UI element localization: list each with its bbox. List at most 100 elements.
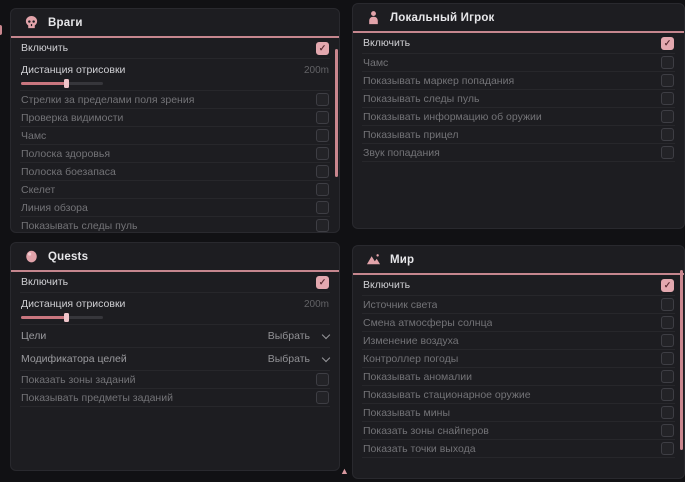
checkbox[interactable]: ✓ <box>661 406 674 419</box>
panel-local-player-header: Локальный Игрок <box>353 4 684 33</box>
checkbox[interactable]: ✓ <box>316 129 329 142</box>
checkbox[interactable]: ✓ <box>661 334 674 347</box>
checkbox[interactable]: ✓ <box>661 146 674 159</box>
checkbox[interactable]: ✓ <box>661 442 674 455</box>
toggle-row[interactable]: Полоска боезапаса ✓ <box>20 163 330 181</box>
slider-thumb[interactable] <box>64 79 69 88</box>
chevron-down-icon[interactable] <box>322 330 330 338</box>
checkbox[interactable]: ✓ <box>316 111 329 124</box>
toggle-row[interactable]: Скелет ✓ <box>20 181 330 199</box>
select-row[interactable]: Цели Выбрать <box>20 325 330 348</box>
panel-enemies: Враги Включить ✓ Дистанция отрисовки 200… <box>10 8 340 233</box>
select-value[interactable]: Выбрать <box>268 353 310 365</box>
panel-title: Мир <box>390 254 414 266</box>
checkbox[interactable]: ✓ <box>661 56 674 69</box>
toggle-row[interactable]: Показать зоны заданий ✓ <box>20 371 330 389</box>
toggle-row[interactable]: Контроллер погоды ✓ <box>362 350 675 368</box>
check-icon: ✓ <box>319 44 327 53</box>
toggle-row[interactable]: Линия обзора ✓ <box>20 199 330 217</box>
checkbox[interactable]: ✓ <box>661 92 674 105</box>
panel-world-header: Мир <box>353 246 684 275</box>
checkbox[interactable]: ✓ <box>316 391 329 404</box>
toggle-row[interactable]: Показывать следы пуль ✓ <box>20 217 330 233</box>
panel-title: Враги <box>48 17 83 29</box>
checkbox[interactable]: ✓ <box>661 298 674 311</box>
toggle-row[interactable]: Показать зоны снайперов ✓ <box>362 422 675 440</box>
select-value[interactable]: Выбрать <box>268 330 310 342</box>
panel-local-player-body: Включить ✓ Чамс ✓ Показывать маркер попа… <box>353 33 684 162</box>
check-icon: ✓ <box>664 39 672 48</box>
checkbox[interactable]: ✓ <box>661 110 674 123</box>
slider-value: 200m <box>304 299 329 310</box>
panel-quests-body: Включить ✓ Дистанция отрисовки 200m Цели… <box>11 272 339 407</box>
toggle-row[interactable]: Включить ✓ <box>20 38 330 59</box>
toggle-row[interactable]: Показывать маркер попадания ✓ <box>362 72 675 90</box>
scrollbar[interactable] <box>680 270 683 450</box>
toggle-row[interactable]: Показывать прицел ✓ <box>362 126 675 144</box>
panel-title: Локальный Игрок <box>390 12 495 24</box>
scrollbar[interactable] <box>335 49 338 177</box>
checkbox[interactable]: ✓ <box>661 279 674 292</box>
slider-fill <box>21 316 66 319</box>
slider-row: Дистанция отрисовки 200m <box>20 293 330 325</box>
toggle-row[interactable]: Источник света ✓ <box>362 296 675 314</box>
panel-enemies-header: Враги <box>11 9 339 38</box>
slider-thumb[interactable] <box>64 313 69 322</box>
checkbox[interactable]: ✓ <box>316 93 329 106</box>
check-icon: ✓ <box>664 281 672 290</box>
checkbox[interactable]: ✓ <box>316 147 329 160</box>
toggle-row[interactable]: Показывать мины ✓ <box>362 404 675 422</box>
toggle-row[interactable]: Смена атмосферы солнца ✓ <box>362 314 675 332</box>
checkbox[interactable]: ✓ <box>316 201 329 214</box>
checkbox[interactable]: ✓ <box>316 373 329 386</box>
panel-quests: Quests Включить ✓ Дистанция отрисовки 20… <box>10 242 340 471</box>
checkbox[interactable]: ✓ <box>661 424 674 437</box>
toggle-row[interactable]: Проверка видимости ✓ <box>20 109 330 127</box>
mountains-icon <box>366 252 381 267</box>
toggle-row[interactable]: Показывать следы пуль ✓ <box>362 90 675 108</box>
checkbox[interactable]: ✓ <box>661 316 674 329</box>
toggle-row[interactable]: Показывать стационарное оружие ✓ <box>362 386 675 404</box>
slider-track[interactable] <box>21 316 103 319</box>
chevron-down-icon[interactable] <box>322 353 330 361</box>
checkbox[interactable]: ✓ <box>661 388 674 401</box>
panel-world: Мир Включить ✓ Источник света ✓ Смена ат… <box>352 245 685 479</box>
toggle-row[interactable]: Показывать информацию об оружии ✓ <box>362 108 675 126</box>
slider-row: Дистанция отрисовки 200m <box>20 59 330 91</box>
scroll-up-indicator[interactable]: ▲ <box>340 467 349 476</box>
checkbox[interactable]: ✓ <box>316 183 329 196</box>
toggle-row[interactable]: Показать точки выхода ✓ <box>362 440 675 458</box>
slider-fill <box>21 82 66 85</box>
toggle-row[interactable]: Показывать аномалии ✓ <box>362 368 675 386</box>
toggle-row[interactable]: Чамс ✓ <box>362 54 675 72</box>
toggle-row[interactable]: Стрелки за пределами поля зрения ✓ <box>20 91 330 109</box>
left-scroll-indicator <box>0 25 2 35</box>
toggle-row[interactable]: Показывать предметы заданий ✓ <box>20 389 330 407</box>
quest-icon <box>24 249 39 264</box>
checkbox[interactable]: ✓ <box>316 219 329 232</box>
checkbox[interactable]: ✓ <box>661 128 674 141</box>
checkbox[interactable]: ✓ <box>661 37 674 50</box>
slider-value: 200m <box>304 65 329 76</box>
checkbox[interactable]: ✓ <box>661 370 674 383</box>
checkbox[interactable]: ✓ <box>661 74 674 87</box>
toggle-row[interactable]: Чамс ✓ <box>20 127 330 145</box>
panel-world-body: Включить ✓ Источник света ✓ Смена атмосф… <box>353 275 684 458</box>
slider-track[interactable] <box>21 82 103 85</box>
checkbox[interactable]: ✓ <box>661 352 674 365</box>
checkbox[interactable]: ✓ <box>316 165 329 178</box>
panel-quests-header: Quests <box>11 243 339 272</box>
panel-enemies-body: Включить ✓ Дистанция отрисовки 200m Стре… <box>11 38 339 233</box>
toggle-row[interactable]: Звук попадания ✓ <box>362 144 675 162</box>
checkbox[interactable]: ✓ <box>316 42 329 55</box>
select-row[interactable]: Модификатора целей Выбрать <box>20 348 330 371</box>
panel-local-player: Локальный Игрок Включить ✓ Чамс ✓ Показы… <box>352 3 685 229</box>
checkbox[interactable]: ✓ <box>316 276 329 289</box>
person-icon <box>366 10 381 25</box>
toggle-row[interactable]: Включить ✓ <box>362 275 675 296</box>
toggle-row[interactable]: Включить ✓ <box>362 33 675 54</box>
toggle-row[interactable]: Изменение воздуха ✓ <box>362 332 675 350</box>
toggle-row[interactable]: Включить ✓ <box>20 272 330 293</box>
toggle-row[interactable]: Полоска здоровья ✓ <box>20 145 330 163</box>
skull-icon <box>24 15 39 30</box>
